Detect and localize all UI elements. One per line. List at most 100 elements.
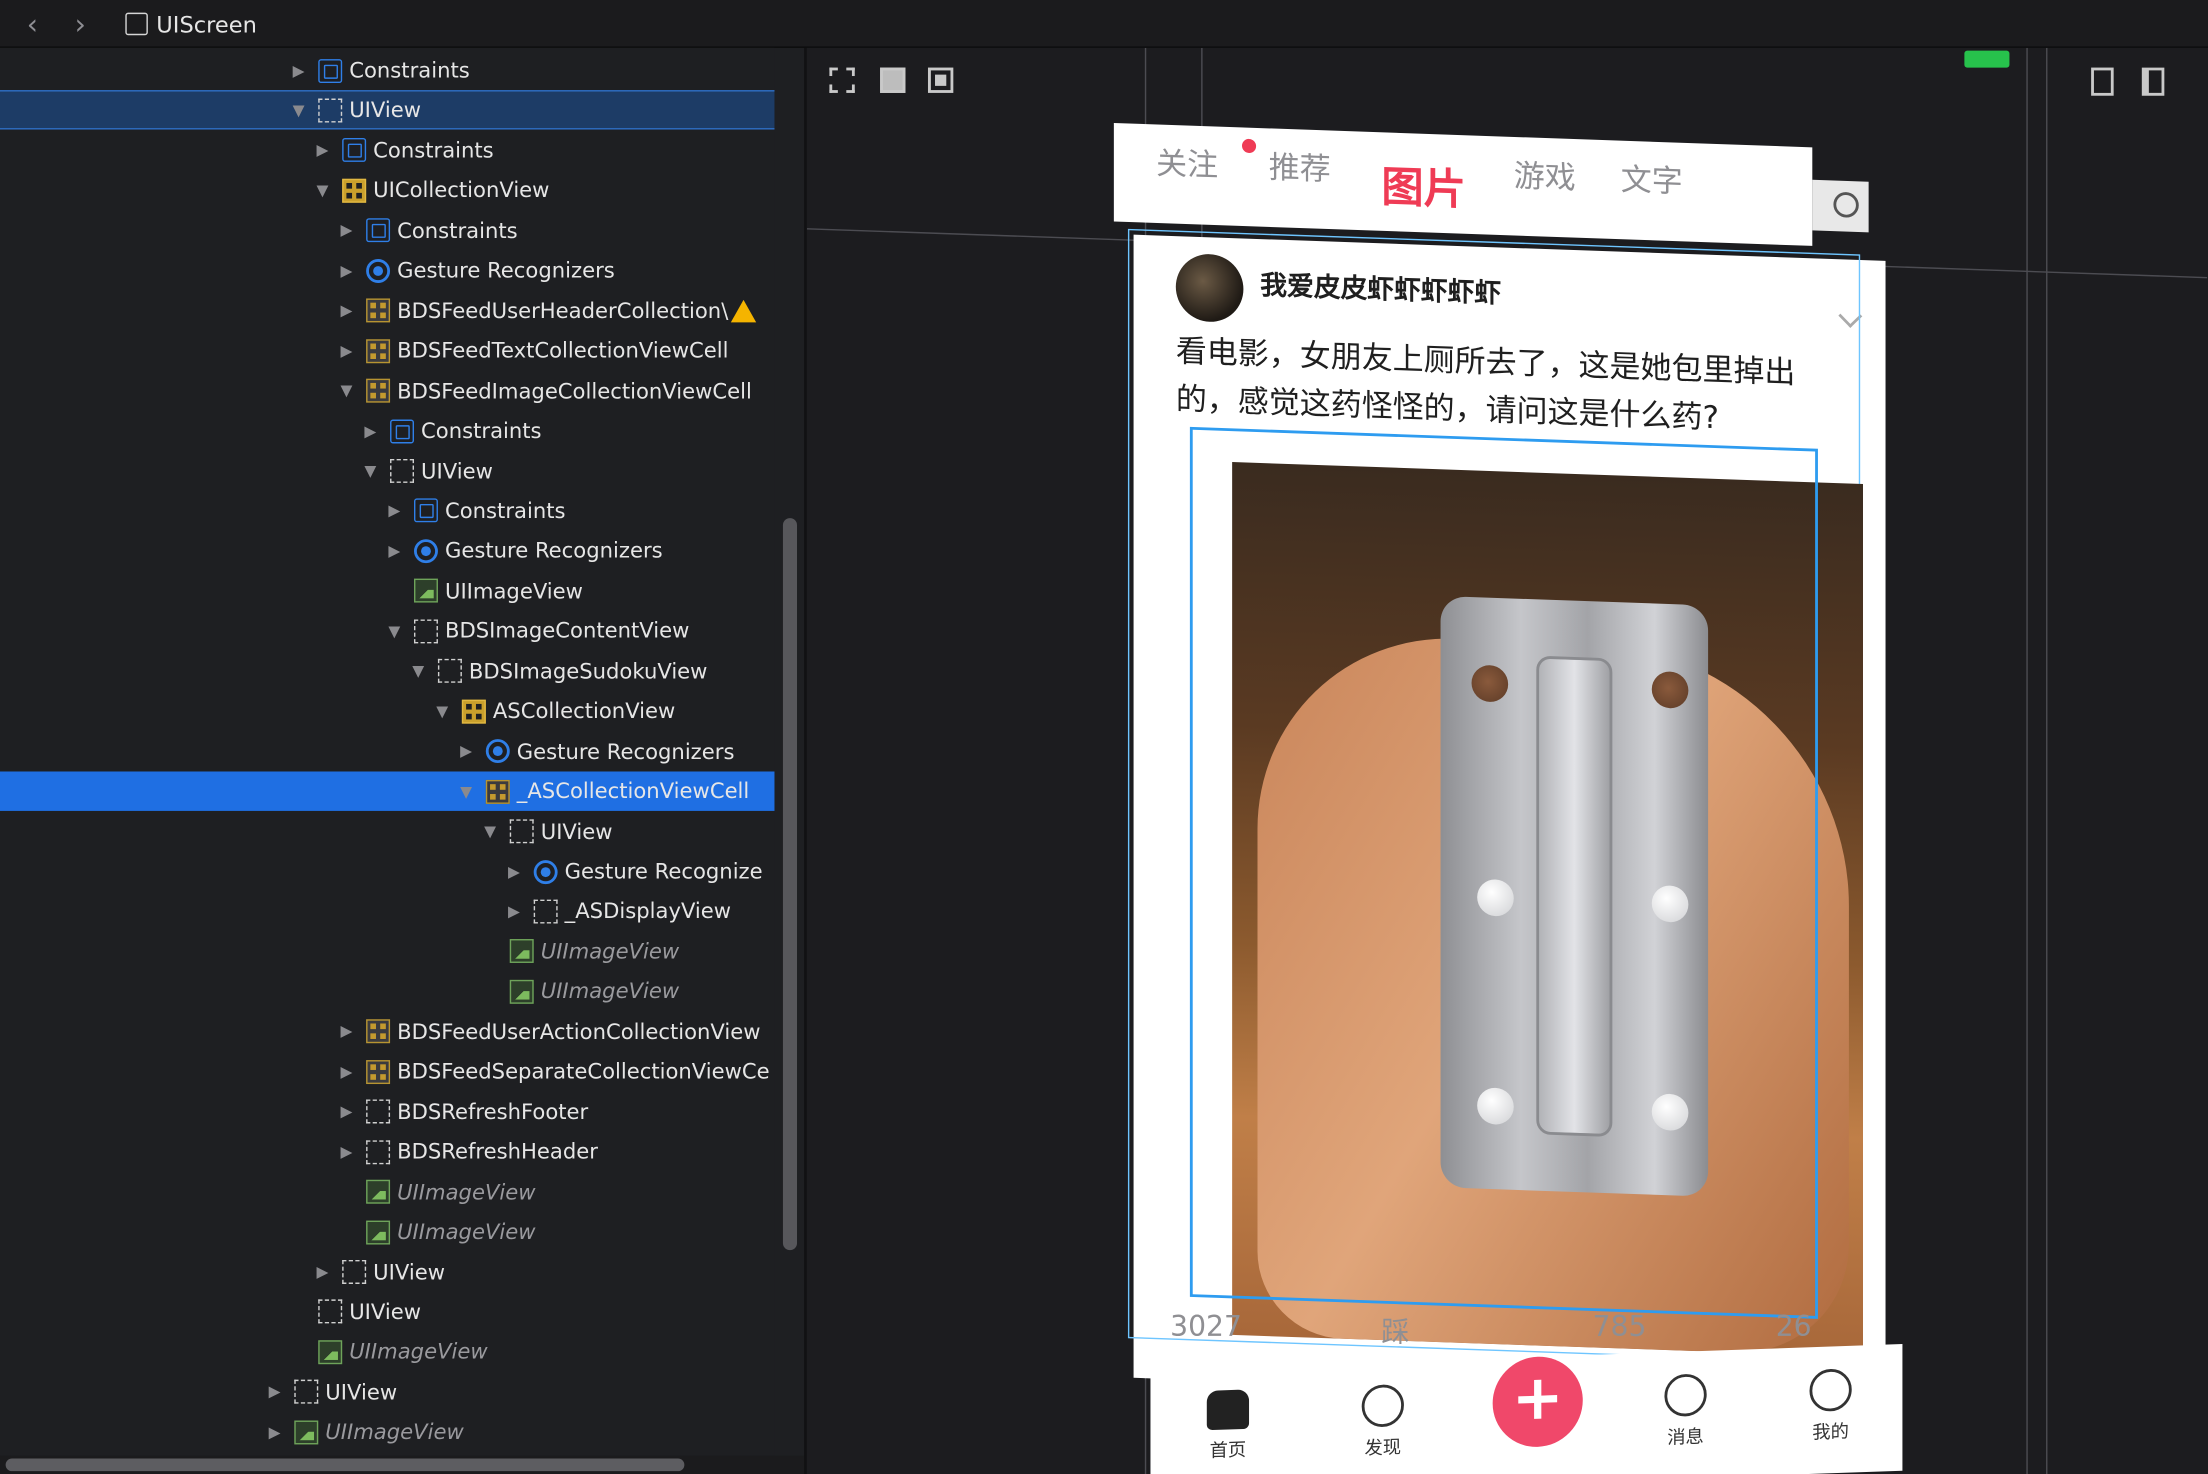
tree-row[interactable]: ▶ BDSFeedUserHeaderCollection\: [0, 291, 774, 330]
tree-row[interactable]: ▼ BDSImageContentView: [0, 611, 774, 650]
disclosure-collapsed-icon[interactable]: ▶: [335, 1103, 358, 1121]
disclosure-collapsed-icon[interactable]: ▶: [359, 422, 382, 440]
disclosure-collapsed-icon[interactable]: ▶: [383, 542, 406, 560]
tree-row[interactable]: UIImageView: [0, 571, 774, 610]
disclosure-collapsed-icon[interactable]: ▶: [335, 221, 358, 239]
tree-row[interactable]: ▶ _ASDisplayView: [0, 892, 774, 931]
tab-games[interactable]: 游戏: [1514, 151, 1576, 198]
tree-row-label: UIImageView: [349, 1339, 488, 1365]
disclosure-collapsed-icon[interactable]: ▶: [503, 862, 526, 880]
show-constraints-icon[interactable]: [880, 67, 906, 93]
vertical-scrollbar[interactable]: [782, 518, 798, 1251]
tree-row[interactable]: ▶ Gesture Recognizers: [0, 251, 774, 290]
disclosure-collapsed-icon[interactable]: ▶: [263, 1423, 286, 1441]
tree-row[interactable]: ▶ UIImageView: [0, 1412, 774, 1451]
disclosure-collapsed-icon[interactable]: ▶: [503, 902, 526, 920]
disclosure-collapsed-icon[interactable]: ▶: [455, 742, 478, 760]
disclosure-collapsed-icon[interactable]: ▶: [383, 502, 406, 520]
tab-recommend[interactable]: 推荐: [1269, 142, 1331, 189]
disclosure-collapsed-icon[interactable]: ▶: [335, 342, 358, 360]
tree-row[interactable]: ▶ Gesture Recognizers: [0, 732, 774, 771]
tree-row[interactable]: ▶ Constraints: [0, 211, 774, 250]
tree-row[interactable]: UIImageView: [0, 1332, 774, 1371]
chevron-left-icon[interactable]: ‹: [17, 8, 48, 39]
tree-row[interactable]: ▼ UIView: [0, 90, 775, 131]
constraints-icon: [413, 498, 438, 523]
compass-icon: [1361, 1383, 1404, 1428]
disclosure-expanded-icon[interactable]: ▼: [407, 662, 430, 680]
disclosure-expanded-icon[interactable]: ▼: [311, 181, 334, 199]
breadcrumb[interactable]: UIScreen: [125, 8, 257, 39]
disclosure-expanded-icon[interactable]: ▼: [335, 382, 358, 400]
tree-row[interactable]: ▶ Constraints: [0, 51, 774, 90]
tree-row[interactable]: ▼ BDSFeedImageCollectionViewCell: [0, 371, 774, 410]
tree-row-label: BDSRefreshHeader: [397, 1139, 598, 1165]
like-count[interactable]: 3027: [1170, 1309, 1242, 1343]
tab-messages[interactable]: 消息: [1650, 1373, 1720, 1450]
add-post-button[interactable]: +: [1492, 1355, 1583, 1449]
share-count[interactable]: 26: [1776, 1309, 1812, 1343]
disclosure-expanded-icon[interactable]: ▼: [479, 822, 502, 840]
tree-row[interactable]: ▼ UIView: [0, 451, 774, 490]
tree-row[interactable]: ▶ Gesture Recognizers: [0, 531, 774, 570]
orientation-icon[interactable]: [2091, 67, 2114, 96]
tab-discover[interactable]: 发现: [1348, 1383, 1418, 1460]
tree-row[interactable]: UIView: [0, 1292, 774, 1331]
tab-follow[interactable]: 关注: [1156, 139, 1218, 186]
disclosure-expanded-icon[interactable]: ▼: [431, 702, 454, 720]
disclosure-collapsed-icon[interactable]: ▶: [263, 1383, 286, 1401]
comment-count[interactable]: 785: [1593, 1309, 1647, 1343]
tab-text[interactable]: 文字: [1621, 155, 1683, 202]
disclosure-collapsed-icon[interactable]: ▶: [335, 1143, 358, 1161]
disclosure-collapsed-icon[interactable]: ▶: [335, 1063, 358, 1081]
tree-row[interactable]: ▶ Constraints: [0, 411, 774, 450]
tree-row[interactable]: ▶ BDSFeedUserActionCollectionView: [0, 1012, 774, 1051]
view-debugger-canvas[interactable]: 关注 推荐 图片 游戏 文字 我爱皮皮虾虾虾虾虾 看电影，女朋友上厕所去了，这是…: [806, 47, 2208, 1474]
warning-icon[interactable]: [731, 299, 757, 322]
tree-row-label: Constraints: [444, 498, 566, 524]
tree-row-label: UIImageView: [397, 1219, 536, 1245]
tree-row-label: BDSFeedUserActionCollectionView: [397, 1018, 761, 1045]
tree-row[interactable]: ▶ UIView: [0, 1372, 774, 1411]
disclosure-collapsed-icon[interactable]: ▶: [335, 262, 358, 280]
tree-row[interactable]: ▼ UIView: [0, 812, 774, 851]
tree-row[interactable]: UIImageView: [0, 932, 774, 971]
tree-row[interactable]: UIImageView: [0, 1212, 774, 1251]
disclosure-collapsed-icon[interactable]: ▶: [335, 302, 358, 320]
tree-row[interactable]: ▶ BDSRefreshHeader: [0, 1132, 774, 1171]
disclosure-expanded-icon[interactable]: ▼: [455, 782, 478, 800]
tree-row[interactable]: ▶ UIView: [0, 1252, 774, 1291]
tab-me[interactable]: 我的: [1795, 1368, 1865, 1445]
horizontal-scrollbar[interactable]: [0, 1455, 806, 1474]
tree-row[interactable]: ▶ BDSFeedSeparateCollectionViewCe: [0, 1052, 774, 1091]
disclosure-expanded-icon[interactable]: ▼: [383, 622, 406, 640]
exploded-screen[interactable]: 关注 推荐 图片 游戏 文字 我爱皮皮虾虾虾虾虾 看电影，女朋友上厕所去了，这是…: [1113, 122, 1903, 1474]
search-button[interactable]: [1812, 179, 1869, 233]
disclosure-collapsed-icon[interactable]: ▶: [311, 141, 334, 159]
person-icon: [1809, 1368, 1852, 1413]
wireframe-icon[interactable]: [927, 67, 954, 93]
disclosure-expanded-icon[interactable]: ▼: [287, 101, 310, 119]
tab-home[interactable]: 首页: [1193, 1389, 1263, 1463]
dislike-label[interactable]: 踩: [1381, 1309, 1409, 1350]
show-clipped-icon[interactable]: [829, 67, 855, 93]
tree-row[interactable]: ▶ BDSFeedTextCollectionViewCell: [0, 331, 774, 370]
disclosure-collapsed-icon[interactable]: ▶: [311, 1263, 334, 1281]
tab-pictures[interactable]: 图片: [1381, 152, 1465, 217]
tree-row[interactable]: ▼ BDSImageSudokuView: [0, 651, 774, 690]
tree-row[interactable]: ▼ UICollectionView: [0, 171, 774, 210]
tree-row[interactable]: ▶ Constraints: [0, 131, 774, 170]
tree-row[interactable]: UIImageView: [0, 1172, 774, 1211]
tree-row[interactable]: UIImageView: [0, 972, 774, 1011]
tree-row[interactable]: ▼ _ASCollectionViewCell: [0, 771, 775, 812]
tree-row[interactable]: ▶ Constraints: [0, 491, 774, 530]
tree-row[interactable]: ▶ Gesture Recognize: [0, 852, 774, 891]
disclosure-expanded-icon[interactable]: ▼: [359, 462, 382, 480]
disclosure-collapsed-icon[interactable]: ▶: [335, 1023, 358, 1041]
tree-row[interactable]: ▼ ASCollectionView: [0, 692, 774, 731]
chevron-right-icon[interactable]: ›: [65, 8, 96, 39]
scrollbar-thumb[interactable]: [5, 1458, 685, 1472]
tree-row[interactable]: ▶ BDSRefreshFooter: [0, 1092, 774, 1131]
disclosure-collapsed-icon[interactable]: ▶: [287, 61, 310, 79]
inspector-toggle-icon[interactable]: [2141, 67, 2165, 96]
